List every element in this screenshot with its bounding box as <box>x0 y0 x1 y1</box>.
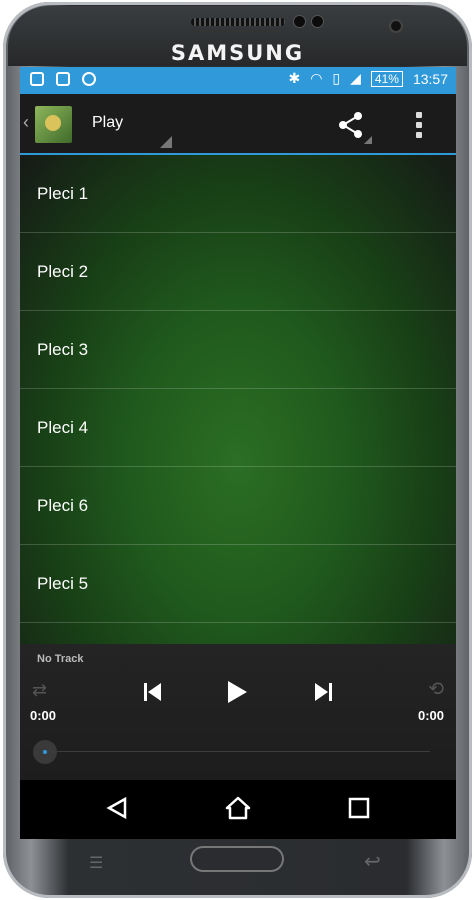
battery-indicator: 41% <box>370 70 403 87</box>
nav-recents-icon[interactable] <box>348 796 370 825</box>
seek-thumb[interactable] <box>33 740 57 764</box>
elapsed-time: 0:00 <box>30 708 57 723</box>
wifi-icon: ◠ <box>310 70 323 86</box>
list-item[interactable]: Pleci 2 <box>20 233 456 311</box>
track-list: Pleci 1 Pleci 2 Pleci 3 Pleci 4 Pleci 6 … <box>20 155 456 715</box>
screen: ✱ ◠ ▯ ◢ 41% 13:57 ‹ Play Pleci 1 Pleci 2… <box>20 67 456 839</box>
navigation-spinner[interactable]: Play <box>92 114 123 132</box>
spinner-indicator-icon <box>160 136 172 148</box>
repeat-icon[interactable]: ⟲ <box>428 678 444 701</box>
total-time: 0:00 <box>417 708 444 723</box>
player-panel: No Track ⇄ ⟲ 0:00 0:00 <box>20 644 456 780</box>
device-brand-logo: SAMSUNG <box>170 41 305 65</box>
previous-icon[interactable] <box>144 682 162 707</box>
next-icon[interactable] <box>314 682 332 707</box>
status-bar: ✱ ◠ ▯ ◢ 41% 13:57 <box>20 67 456 94</box>
navigation-bar <box>20 780 456 839</box>
hardware-menu-key-icon[interactable]: ☰ <box>89 853 111 872</box>
seek-bar[interactable] <box>42 751 430 752</box>
list-item[interactable]: Pleci 4 <box>20 389 456 467</box>
bird-icon <box>45 115 61 131</box>
list-item[interactable]: Pleci 1 <box>20 155 456 233</box>
globe-notification-icon <box>82 72 96 86</box>
play-icon[interactable] <box>226 680 248 709</box>
proximity-sensor <box>294 16 305 27</box>
signal-icon: ◢ <box>350 70 361 86</box>
image-notification-icon <box>30 72 44 86</box>
earpiece-speaker <box>191 18 285 26</box>
light-sensor <box>312 16 323 27</box>
front-camera <box>391 21 401 31</box>
hardware-home-button[interactable] <box>190 846 284 872</box>
clock: 13:57 <box>412 70 448 87</box>
bluetooth-icon: ✱ <box>288 70 301 86</box>
app-icon[interactable] <box>35 106 72 143</box>
now-playing-label: No Track <box>37 653 84 665</box>
share-icon[interactable] <box>336 110 366 140</box>
share-dropdown-indicator-icon <box>364 136 372 144</box>
list-item[interactable]: Pleci 6 <box>20 467 456 545</box>
list-item[interactable]: Pleci 3 <box>20 311 456 389</box>
up-caret-icon[interactable]: ‹ <box>23 112 29 133</box>
action-bar: ‹ Play <box>20 94 456 155</box>
overflow-menu-icon[interactable] <box>416 112 424 138</box>
nav-home-icon[interactable] <box>225 796 251 825</box>
nfc-icon: ▯ <box>332 70 341 86</box>
hardware-back-key-icon[interactable]: ↩ <box>364 849 381 874</box>
message-notification-icon <box>56 72 70 86</box>
list-item[interactable]: Pleci 5 <box>20 545 456 623</box>
nav-back-icon[interactable] <box>106 796 128 825</box>
shuffle-icon[interactable]: ⇄ <box>32 680 47 701</box>
